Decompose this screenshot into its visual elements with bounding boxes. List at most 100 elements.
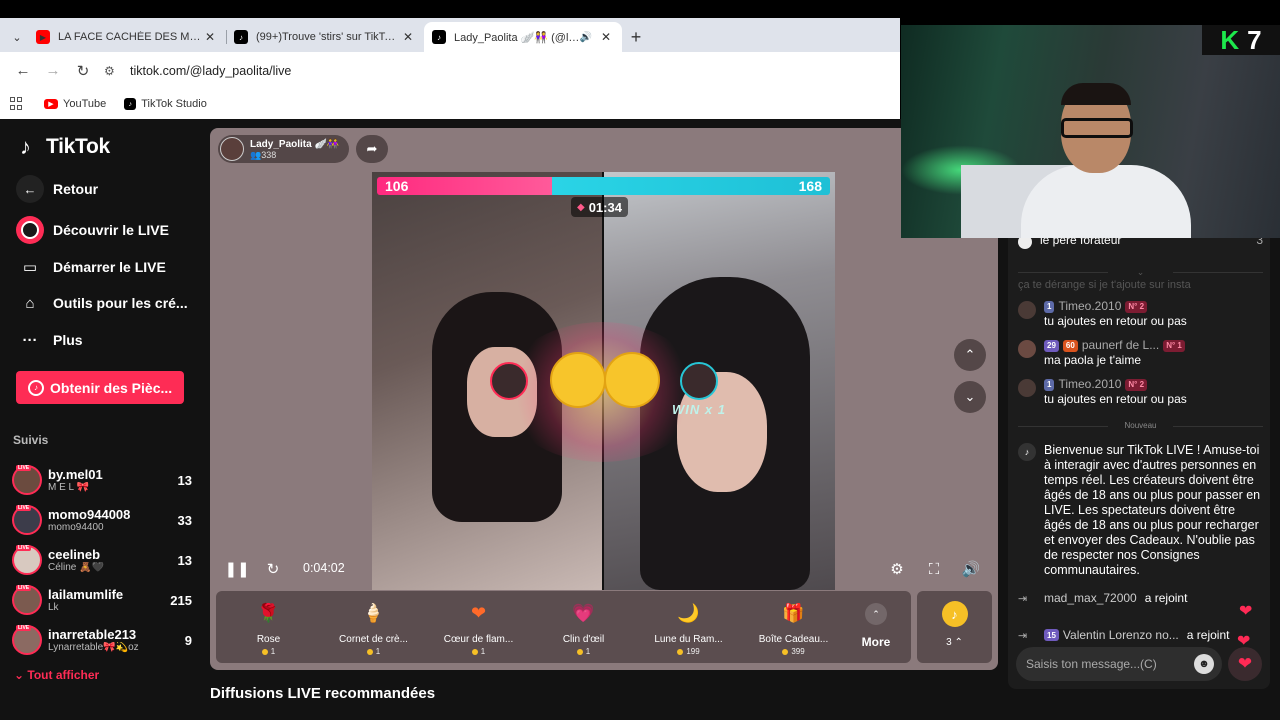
site-info-icon[interactable]: ⚙: [104, 64, 122, 78]
gift-price: 1: [270, 647, 276, 656]
gift-price: 1: [375, 647, 381, 656]
host-badge[interactable]: Lady_Paolita 🪽👭 👥338: [218, 135, 350, 163]
browser-tab-active[interactable]: ♪ Lady_Paolita 🪽👭 (@lady_ 🔊 ✕: [424, 22, 622, 52]
presenter-glasses: [1061, 118, 1133, 138]
show-all-following[interactable]: ⌄ Tout afficher: [14, 668, 99, 682]
like-heart-button[interactable]: ❤: [1228, 647, 1262, 681]
chevron-up-icon: ⌃: [865, 603, 887, 625]
bookmark-youtube[interactable]: ▶ YouTube: [44, 98, 106, 110]
reload-icon[interactable]: ↻: [68, 56, 98, 86]
tiktok-logo[interactable]: ♪ TikTok: [20, 135, 110, 159]
apps-grid-icon[interactable]: [10, 97, 24, 111]
following-sub: momo94400: [48, 522, 104, 533]
host-avatar: [220, 137, 244, 161]
viewer-count: 338: [261, 149, 277, 160]
nav-label: Démarrer le LIVE: [53, 259, 166, 275]
share-icon[interactable]: ➦: [356, 135, 388, 163]
fan-club-badge: 60: [1062, 339, 1078, 352]
tab-search-dropdown-icon[interactable]: ⌄: [6, 22, 28, 52]
chat-input-placeholder: Saisis ton message...(C): [1026, 657, 1157, 671]
following-item[interactable]: lailamumlifeLk 215: [12, 582, 192, 618]
avatar: [12, 505, 42, 535]
rose-gift-icon: 🌹: [257, 602, 280, 623]
following-name: momo944008: [48, 507, 131, 522]
refresh-icon[interactable]: ↻: [262, 558, 284, 580]
gift-rose[interactable]: 🌹 Rose 1: [216, 591, 321, 663]
channel-logo: K 7: [1202, 25, 1280, 55]
join-user[interactable]: mad_max_72000: [1044, 591, 1137, 605]
gift-wink[interactable]: 💗 Clin d'œil 1: [531, 591, 636, 663]
tiktok-icon: ♪: [234, 30, 248, 44]
live-icon: [16, 216, 44, 244]
gift-flame-heart[interactable]: ❤ Cœur de flam... 1: [426, 591, 531, 663]
close-tab-icon[interactable]: ✕: [400, 30, 416, 44]
live-player[interactable]: WIN x 1 106 168 ◆ 01:34 Lady_Paolita 🪽👭 …: [210, 128, 998, 670]
tiktok-icon: ♪: [124, 98, 137, 110]
nav-more[interactable]: ··· Plus: [16, 326, 83, 354]
chat-input[interactable]: Saisis ton message...(C) ☻: [1016, 647, 1222, 681]
rank-badge: N° 1: [1163, 339, 1185, 352]
following-item[interactable]: ceelinebCéline 🧸🖤 13: [12, 542, 192, 578]
bookmark-tiktok-studio[interactable]: ♪ TikTok Studio: [124, 98, 207, 110]
gift-bar: 🌹 Rose 1 🍦 Cornet de crè... 1 ❤ Cœur de flam.…: [216, 591, 911, 663]
bookmarks-bar: ▶ YouTube ♪ TikTok Studio: [0, 89, 900, 119]
gift-price: 1: [585, 647, 591, 656]
following-name: lailamumlife: [48, 587, 124, 602]
emoji-icon[interactable]: ☻: [1194, 654, 1214, 674]
chat-user[interactable]: Timeo.2010: [1058, 377, 1121, 392]
close-tab-icon[interactable]: ✕: [598, 30, 614, 44]
coin-balance-button[interactable]: ♪ 3 ⌃: [917, 591, 992, 663]
presenter-hair: [1061, 83, 1131, 105]
level-badge: 15: [1044, 629, 1059, 641]
following-item[interactable]: momo944008momo94400 33: [12, 502, 192, 538]
nav-start-live[interactable]: ▭ Démarrer le LIVE: [16, 253, 166, 281]
gift-box[interactable]: 🎁 Boîte Cadeau... 399: [741, 591, 846, 663]
tab-title: LA FACE CACHÉE DES MILLIONN: [58, 31, 202, 43]
following-name: ceelineb: [48, 547, 101, 562]
browser-tab[interactable]: ▶ LA FACE CACHÉE DES MILLIONN ✕: [28, 22, 226, 52]
following-item[interactable]: by.mel01M E L 🎀 13: [12, 462, 192, 498]
following-count: 215: [170, 592, 192, 608]
flame-heart-gift-icon: ❤: [470, 602, 487, 623]
new-tab-icon[interactable]: +: [622, 22, 650, 52]
nav-discover-live[interactable]: Découvrir le LIVE: [16, 216, 169, 244]
system-message: ♪ Bienvenue sur TikTok LIVE ! Amuse-toi …: [1018, 443, 1263, 578]
pause-icon[interactable]: ❚❚: [224, 558, 249, 580]
chat-user[interactable]: Timeo.2010: [1058, 299, 1121, 314]
avatar: [12, 585, 42, 615]
coin-icon: [471, 648, 478, 655]
back-arrow-icon[interactable]: ←: [8, 56, 38, 86]
close-tab-icon[interactable]: ✕: [202, 30, 218, 44]
forward-arrow-icon[interactable]: →: [38, 56, 68, 86]
speaker-icon[interactable]: 🔊: [580, 32, 592, 43]
join-user[interactable]: Valentin Lorenzo no...: [1063, 628, 1179, 642]
previous-live-chevron-up-icon[interactable]: ⌃: [954, 339, 986, 371]
avatar: [12, 465, 42, 495]
channel-number: 7: [1247, 25, 1262, 55]
following-item[interactable]: inarretable213Lynarretable🎀💫oz 9: [12, 622, 192, 658]
battle-icon: ◆: [577, 201, 585, 213]
get-coins-button[interactable]: ♪ Obtenir des Pièc...: [16, 371, 184, 404]
more-label: More: [861, 635, 891, 649]
next-live-chevron-down-icon[interactable]: ⌄: [954, 381, 986, 413]
player-controls: ❚❚ ↻ 0:04:02 ⚙ ⛶ 🔊: [210, 554, 998, 584]
bookmark-label: TikTok Studio: [141, 98, 207, 110]
chat-user[interactable]: paunerf de L...: [1082, 338, 1159, 353]
score-left: 106: [377, 177, 553, 195]
gift-ice-cream[interactable]: 🍦 Cornet de crè... 1: [321, 591, 426, 663]
url-field[interactable]: ⚙ tiktok.com/@lady_paolita/live: [104, 57, 900, 85]
fullscreen-icon[interactable]: ⛶: [923, 558, 945, 580]
gift-ramadan-moon[interactable]: 🌙 Lune du Ram... 199: [636, 591, 741, 663]
browser-tab[interactable]: ♪ (99+)Trouve 'stirs' sur TikTok | R ✕: [226, 22, 424, 52]
back-button[interactable]: ← Retour: [16, 175, 98, 203]
volume-icon[interactable]: 🔊: [960, 558, 982, 580]
following-count: 33: [177, 512, 192, 528]
show-all-label: Tout afficher: [27, 668, 100, 682]
nav-creator-tools[interactable]: ⌂ Outils pour les cré...: [16, 289, 188, 317]
more-gifts-button[interactable]: ⌃ More: [846, 591, 906, 663]
following-name: inarretable213: [48, 627, 137, 642]
nav-label: Outils pour les cré...: [53, 295, 188, 311]
coin-icon: [576, 648, 583, 655]
settings-gear-icon[interactable]: ⚙: [886, 558, 908, 580]
battle-video[interactable]: WIN x 1: [372, 172, 835, 590]
